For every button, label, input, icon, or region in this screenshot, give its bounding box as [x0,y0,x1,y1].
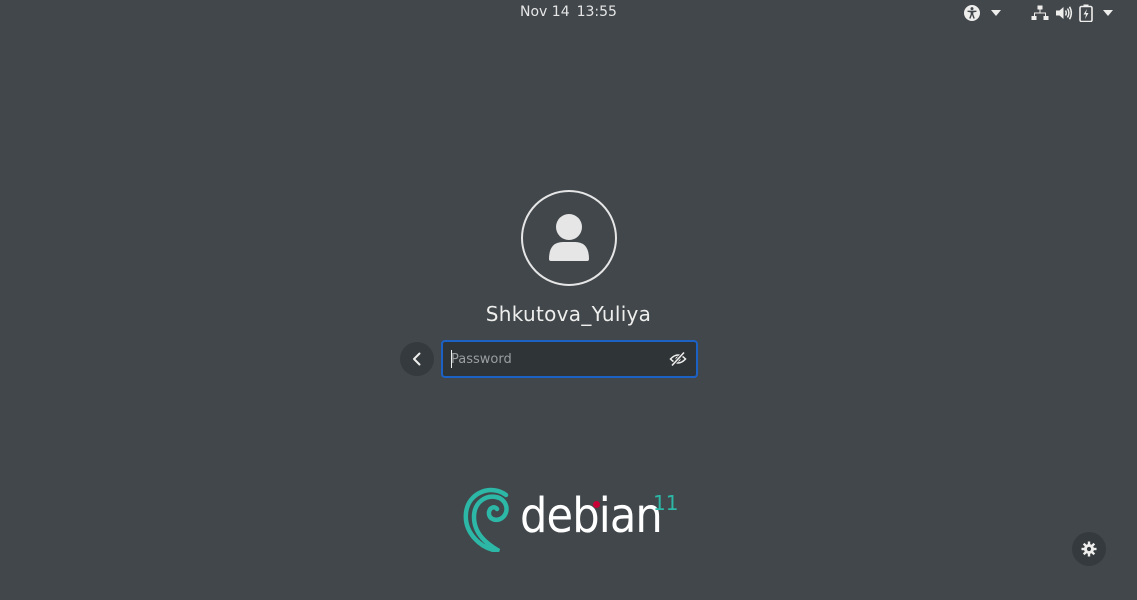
logo-wordmark: debian [520,488,663,544]
user-avatar [521,190,617,286]
text-cursor [451,350,452,368]
password-input[interactable] [451,349,661,369]
password-field[interactable] [441,340,698,378]
hide-password-icon[interactable] [669,351,687,367]
back-button[interactable] [400,342,434,376]
chevron-left-icon [413,352,421,366]
gear-icon [1081,541,1097,557]
login-screen: Shkutova_Yuliya debian 11 [0,0,1137,600]
username-label: Shkutova_Yuliya [485,302,652,326]
user-silhouette-icon [549,214,589,261]
debian-swirl-icon [463,487,509,552]
logo-dot [593,501,600,508]
logo-version: 11 [653,491,679,515]
debian-logo: debian 11 [462,486,692,556]
session-settings-button[interactable] [1072,532,1106,566]
